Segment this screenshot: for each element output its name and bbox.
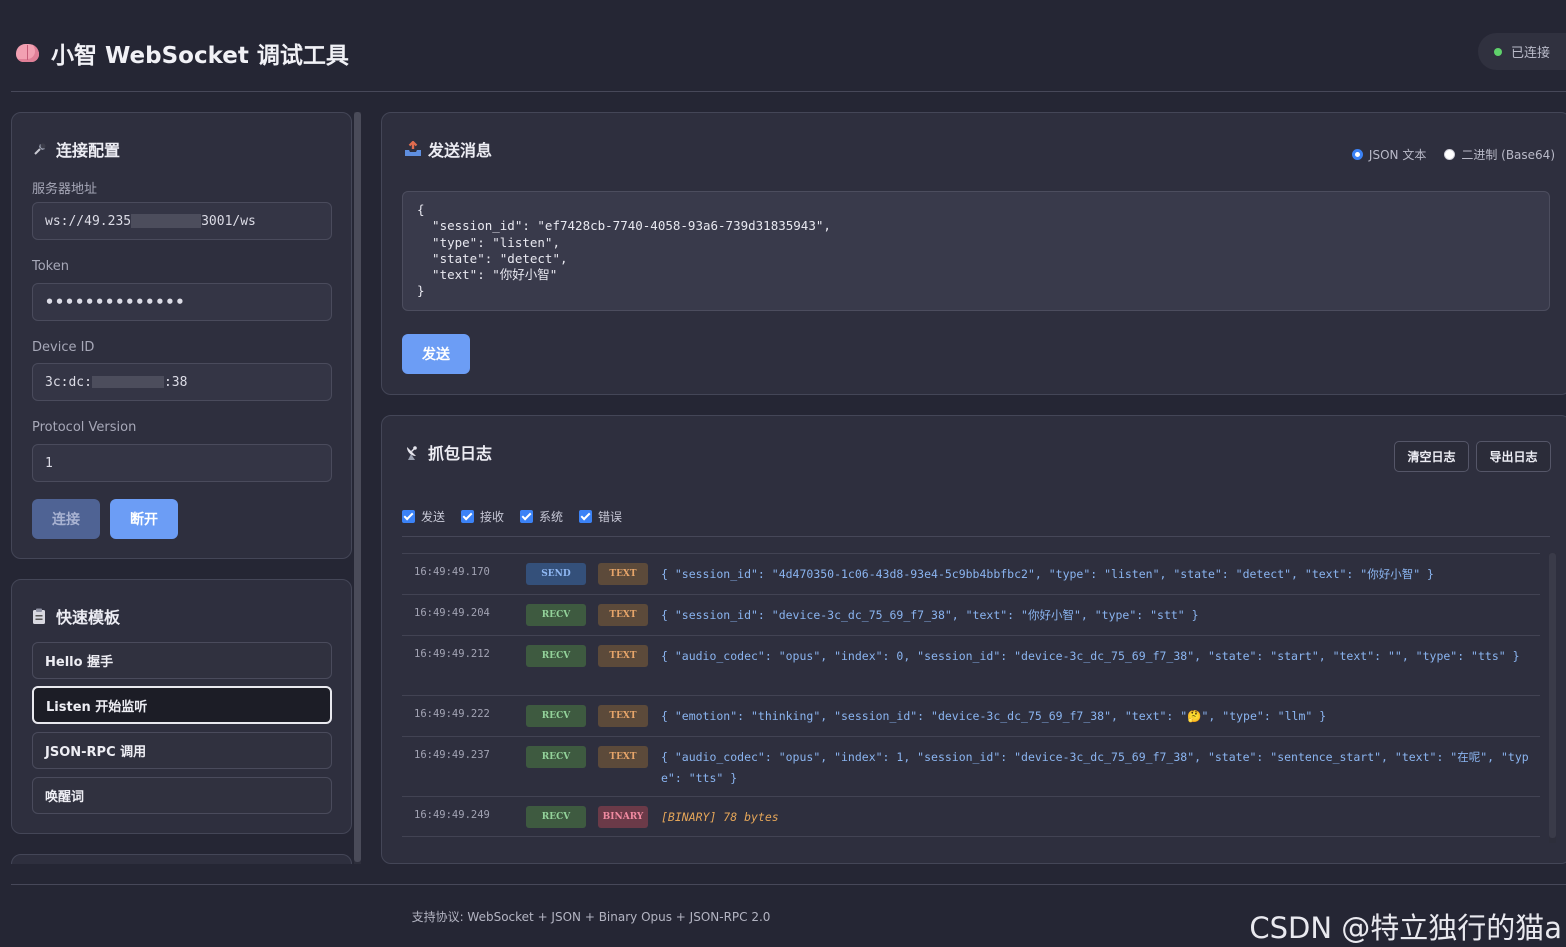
type-badge: TEXT — [598, 563, 648, 585]
app-header: 小智 WebSocket 调试工具 已连接 — [11, 0, 1566, 92]
log-entry[interactable]: 16:49:49.237 RECV TEXT { "audio_codec": … — [402, 736, 1540, 796]
checkbox-checked-icon — [402, 510, 415, 523]
type-badge: TEXT — [598, 604, 648, 626]
token-input[interactable]: •••••••••••••• — [32, 283, 332, 321]
connection-status-badge: 已连接 — [1478, 33, 1566, 70]
connect-button[interactable]: 连接 — [32, 499, 100, 539]
direction-badge: RECV — [526, 746, 586, 768]
direction-badge: SEND — [526, 563, 586, 585]
disconnect-button[interactable]: 断开 — [110, 499, 178, 539]
log-entry[interactable]: 16:49:49.212 RECV TEXT { "audio_codec": … — [402, 635, 1540, 695]
watermark: CSDN @特立独行的猫a — [1249, 911, 1562, 945]
connection-panel-title: 连接配置 — [32, 137, 120, 161]
filter-send-checkbox[interactable]: 发送 — [402, 508, 445, 525]
protocol-version-label: Protocol Version — [32, 420, 137, 435]
clipboard-icon — [32, 608, 48, 624]
direction-badge: RECV — [526, 806, 586, 828]
direction-badge: RECV — [526, 645, 586, 667]
mode-json-radio[interactable]: JSON 文本 — [1351, 146, 1426, 163]
type-badge: BINARY — [598, 806, 648, 828]
device-id-input[interactable]: 3c:dc::38 — [32, 363, 332, 401]
mode-binary-radio[interactable]: 二进制 (Base64) — [1444, 146, 1555, 163]
footer-text: 支持协议: WebSocket + JSON + Binary Opus + J… — [411, 910, 771, 924]
templates-panel-title: 快速模板 — [32, 604, 120, 628]
log-entry[interactable]: 16:49:49.204 RECV TEXT { "session_id": "… — [402, 594, 1540, 635]
radio-unselected-icon — [1444, 149, 1456, 160]
redaction-mask — [131, 214, 202, 228]
log-filters: 发送 接收 系统 错误 — [402, 508, 622, 525]
template-jsonrpc-button[interactable]: JSON-RPC 调用 — [32, 732, 332, 769]
message-textarea[interactable]: { "session_id": "ef7428cb-7740-4058-93a6… — [402, 191, 1550, 311]
redaction-mask — [91, 376, 164, 388]
app-title: 小智 WebSocket 调试工具 — [15, 36, 349, 70]
log-entry[interactable]: 16:49:49.222 RECV TEXT { "emotion": "thi… — [402, 695, 1540, 736]
status-text: 已连接 — [1511, 46, 1551, 61]
send-button[interactable]: 发送 — [402, 334, 470, 374]
pin-icon — [32, 141, 48, 157]
checkbox-checked-icon — [520, 510, 534, 523]
template-listen-button[interactable]: Listen 开始监听 — [32, 686, 332, 724]
send-panel: 发送消息 JSON 文本 二进制 (Base64) { "session_id"… — [381, 112, 1566, 395]
type-badge: TEXT — [598, 645, 648, 667]
token-label: Token — [32, 259, 69, 274]
send-panel-title: 发送消息 — [404, 137, 492, 161]
log-entry[interactable]: 16:49:49.249 RECV BINARY [BINARY] 78 byt… — [402, 796, 1540, 837]
checkbox-checked-icon — [461, 510, 475, 523]
server-address-label: 服务器地址 — [32, 182, 98, 197]
direction-badge: RECV — [526, 705, 586, 727]
protocol-version-input[interactable]: 1 — [32, 444, 332, 482]
app-title-text: 小智 WebSocket 调试工具 — [51, 43, 349, 69]
brain-icon — [15, 42, 41, 64]
direction-badge: RECV — [526, 604, 586, 626]
divider — [402, 536, 1550, 537]
templates-panel: 快速模板 Hello 握手 Listen 开始监听 JSON-RPC 调用 唤醒… — [11, 579, 352, 834]
type-badge: TEXT — [598, 705, 648, 727]
log-entry[interactable]: 16:49:49.170 SEND TEXT { "session_id": "… — [402, 553, 1540, 594]
next-panel-edge — [11, 854, 352, 864]
log-list: 16:49:49.170 SEND TEXT { "session_id": "… — [402, 553, 1540, 837]
log-panel-title: 抓包日志 — [404, 440, 492, 464]
log-message: { "session_id": "4d470350-1c06-43d8-93e4… — [661, 567, 1434, 581]
checkbox-checked-icon — [579, 510, 593, 523]
filter-system-checkbox[interactable]: 系统 — [520, 508, 563, 525]
filter-recv-checkbox[interactable]: 接收 — [461, 508, 504, 525]
packet-log-panel: 抓包日志 清空日志 导出日志 发送 接收 系统 错误 16:49:49.170 … — [381, 415, 1566, 864]
satellite-antenna-icon — [404, 444, 420, 460]
type-badge: TEXT — [598, 746, 648, 768]
server-address-input[interactable]: ws://49.235 3001/ws — [32, 202, 332, 240]
message-mode-group: JSON 文本 二进制 (Base64) — [1351, 146, 1555, 163]
log-message: { "emotion": "thinking", "session_id": "… — [661, 709, 1327, 723]
template-wakeword-button[interactable]: 唤醒词 — [32, 777, 332, 814]
outbox-tray-icon — [404, 140, 421, 157]
clear-log-button[interactable]: 清空日志 — [1394, 441, 1469, 472]
filter-error-checkbox[interactable]: 错误 — [579, 508, 622, 525]
sidebar: 连接配置 服务器地址 ws://49.235 3001/ws Token ••••… — [11, 112, 362, 864]
device-id-label: Device ID — [32, 340, 95, 355]
sidebar-scrollbar[interactable] — [354, 112, 361, 864]
status-dot-icon — [1494, 47, 1502, 56]
log-scrollbar[interactable] — [1549, 553, 1556, 843]
export-log-button[interactable]: 导出日志 — [1476, 441, 1551, 472]
log-message: { "session_id": "device-3c_dc_75_69_f7_3… — [661, 608, 1199, 622]
template-hello-button[interactable]: Hello 握手 — [32, 642, 332, 679]
log-message: [BINARY] 78 bytes — [661, 810, 779, 824]
radio-selected-icon — [1351, 149, 1363, 160]
connection-panel: 连接配置 服务器地址 ws://49.235 3001/ws Token ••••… — [11, 112, 352, 559]
log-message: { "audio_codec": "opus", "index": 0, "se… — [661, 649, 1520, 663]
log-message: { "audio_codec": "opus", "index": 1, "se… — [661, 750, 1529, 785]
